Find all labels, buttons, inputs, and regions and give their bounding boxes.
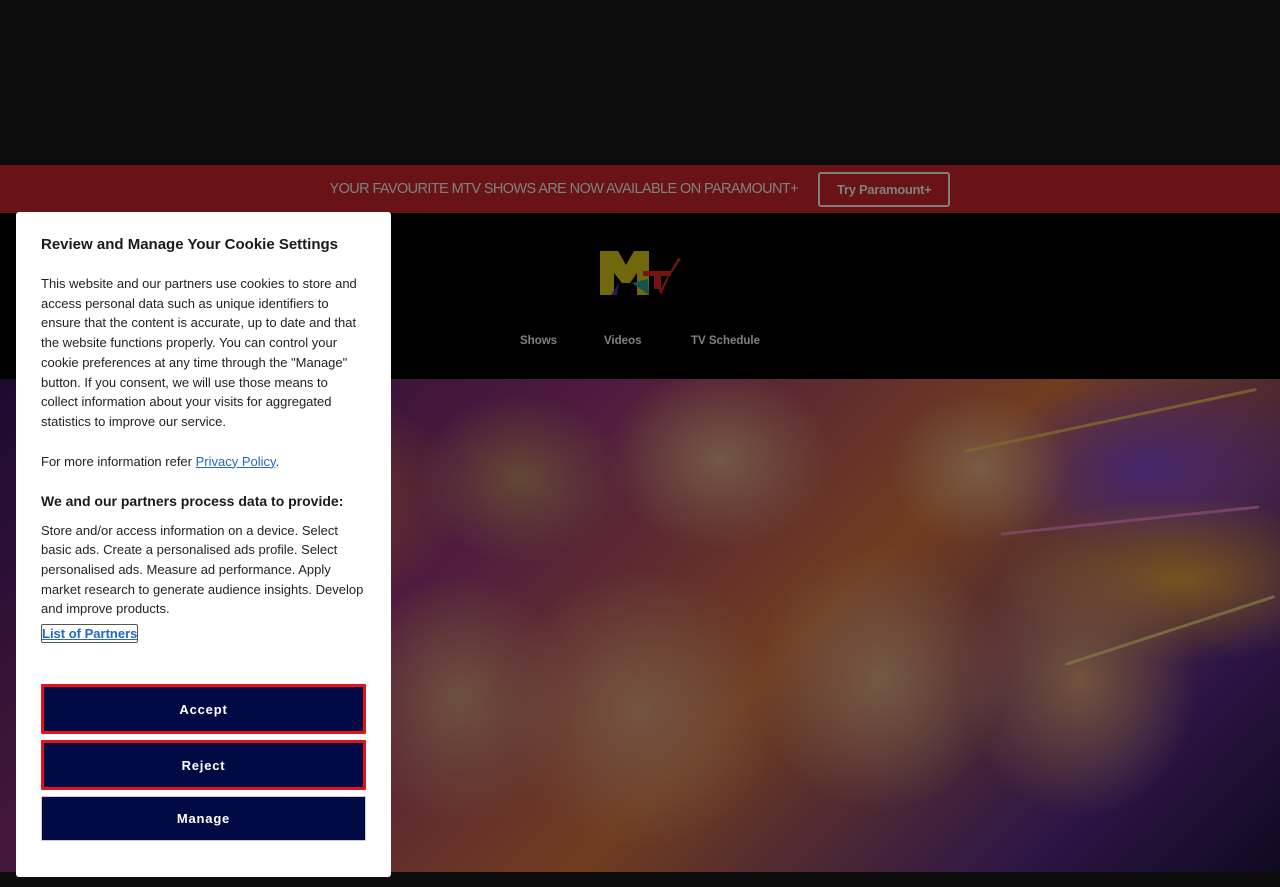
list-of-partners-link[interactable]: List of Partners bbox=[41, 624, 139, 644]
cookie-consent-dialog: Review and Manage Your Cookie Settings T… bbox=[16, 212, 391, 877]
manage-button[interactable]: Manage bbox=[41, 796, 366, 841]
reject-button[interactable]: Reject bbox=[41, 740, 366, 790]
cookie-title: Review and Manage Your Cookie Settings bbox=[41, 236, 339, 253]
privacy-policy-link[interactable]: Privacy Policy bbox=[196, 454, 276, 469]
accept-button[interactable]: Accept bbox=[41, 684, 366, 734]
more-info-prefix: For more information refer bbox=[41, 453, 196, 469]
purposes-heading: We and our partners process data to prov… bbox=[41, 492, 344, 509]
purposes-list: Store and/or access information on a dev… bbox=[41, 522, 364, 617]
cookie-description: This website and our partners use cookie… bbox=[41, 276, 357, 429]
more-info-suffix: . bbox=[275, 453, 280, 469]
cookie-more-info: For more information refer Privacy Polic… bbox=[41, 452, 366, 471]
